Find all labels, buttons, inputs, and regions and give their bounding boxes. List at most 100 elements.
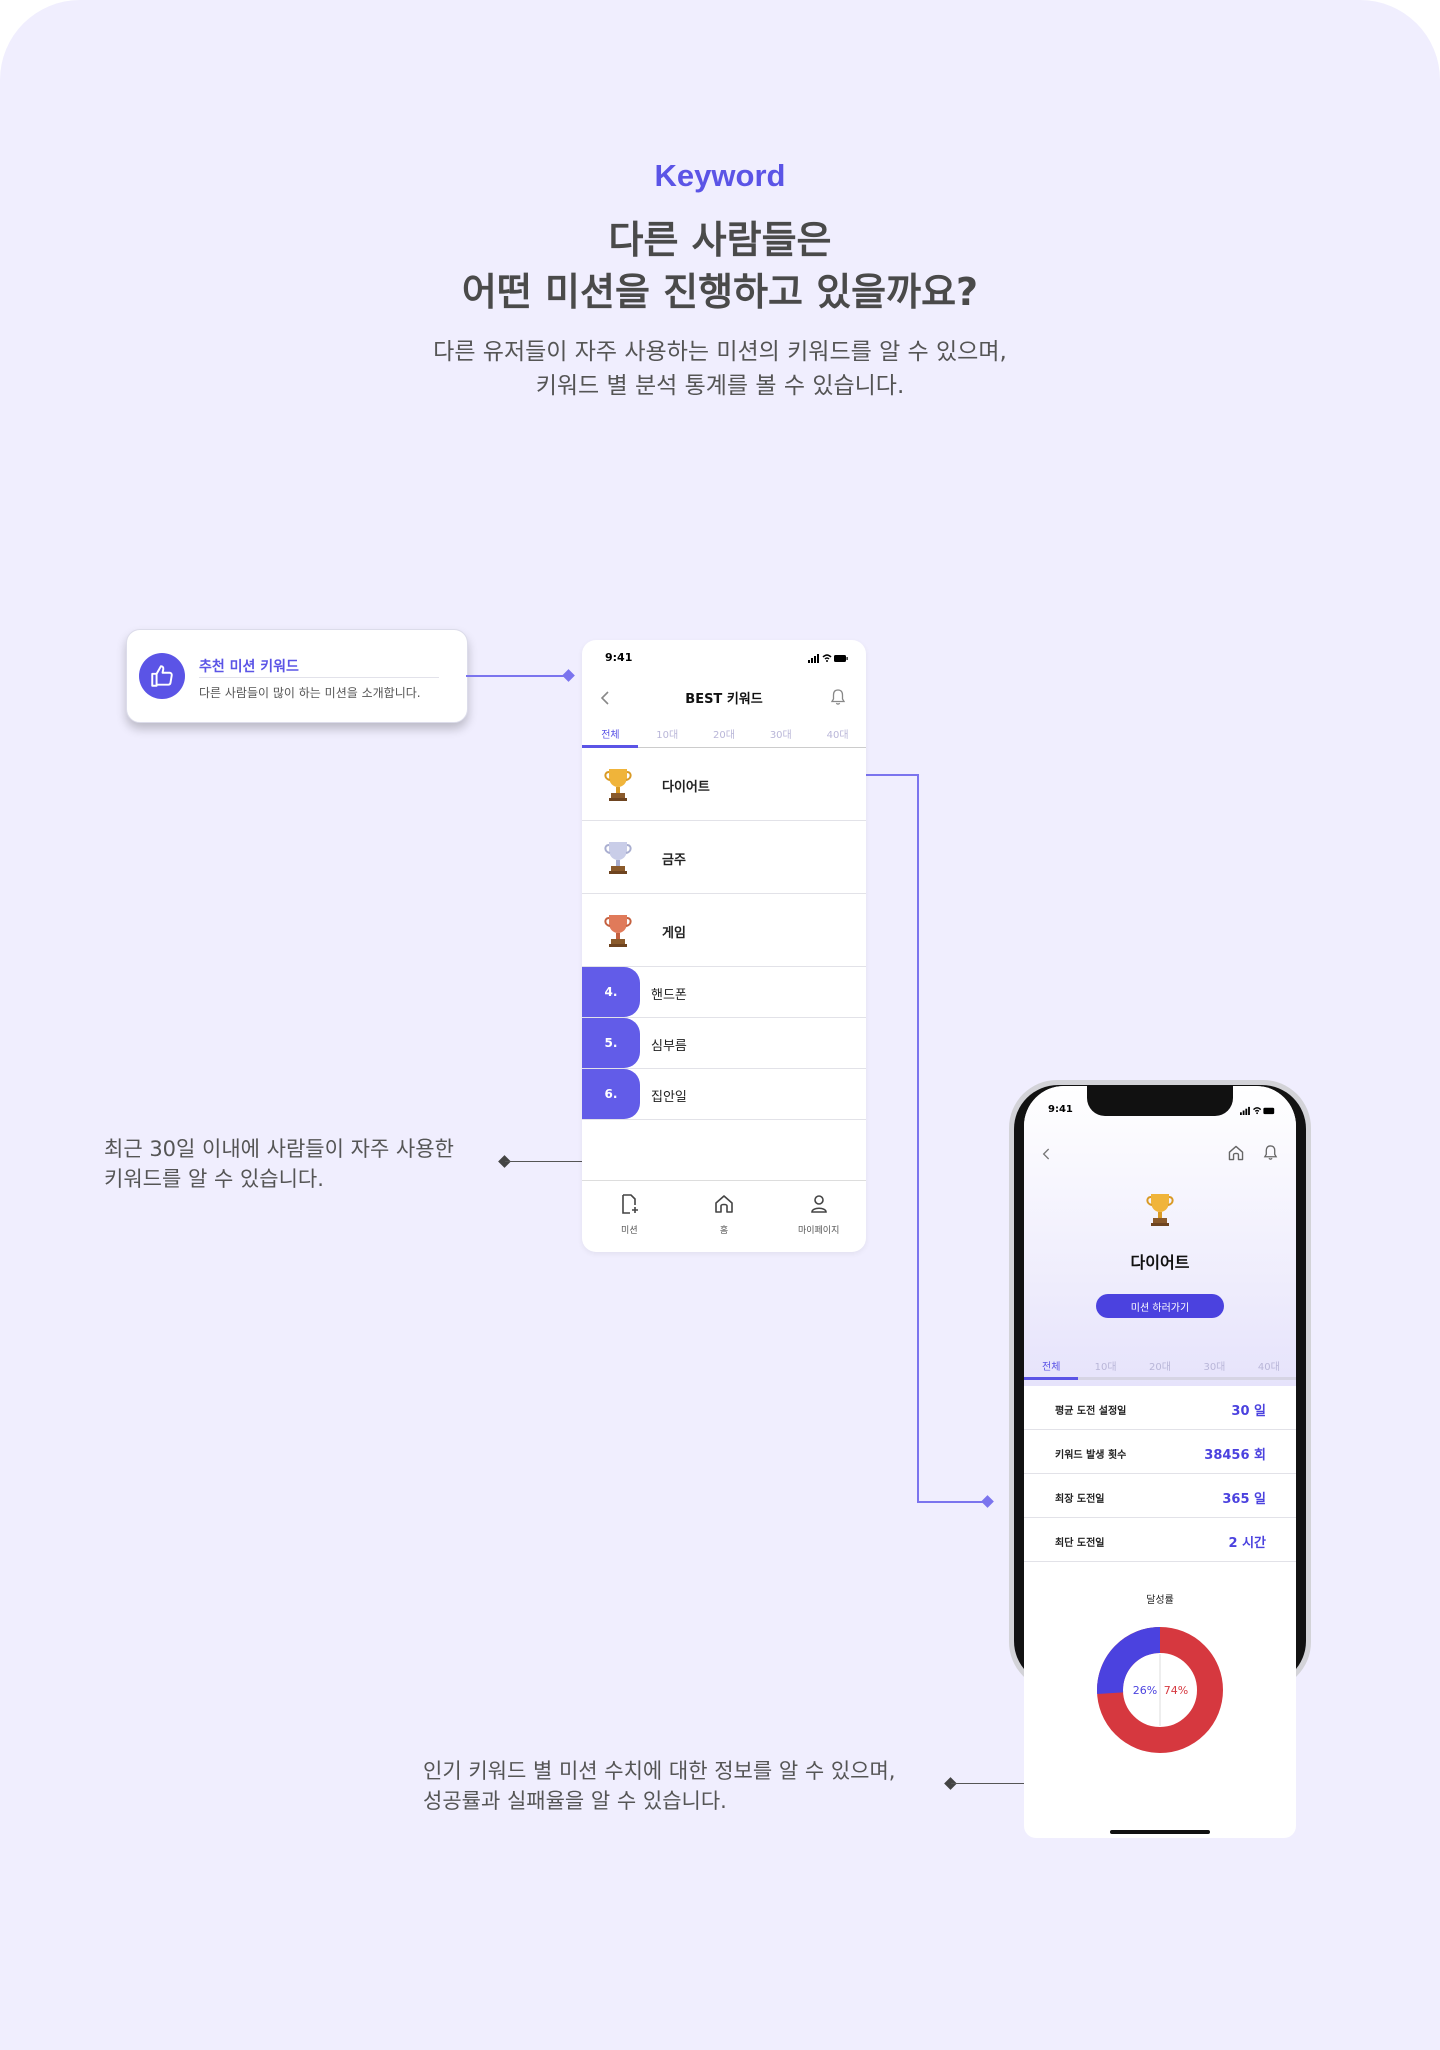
start-mission-button[interactable]: 미션 하러가기 bbox=[1096, 1294, 1224, 1318]
nav-label: 홈 bbox=[719, 1226, 729, 1236]
gold-trophy-icon bbox=[604, 769, 632, 801]
status-icons bbox=[1240, 1106, 1276, 1115]
bell-icon bbox=[830, 689, 846, 705]
page-canvas: Keyword 다른 사람들은 어떤 미션을 진행하고 있을까요? 다른 유저들… bbox=[0, 0, 1440, 2050]
achievement-donut-chart: 26% 74% bbox=[1097, 1627, 1223, 1753]
notch bbox=[1087, 1086, 1233, 1116]
page-title: BEST 키워드 bbox=[685, 692, 763, 707]
stat-key: 키워드 발생 횟수 bbox=[1055, 1450, 1127, 1461]
divider bbox=[199, 677, 439, 678]
rank-label: 다이어트 bbox=[662, 780, 710, 795]
recommend-keyword-card[interactable]: 추천 미션 키워드 다른 사람들이 많이 하는 미션을 소개합니다. bbox=[126, 629, 468, 723]
stat-value: 30 일 bbox=[1231, 1404, 1266, 1419]
nav-mission[interactable]: 미션 bbox=[582, 1181, 677, 1252]
back-button[interactable] bbox=[1042, 1146, 1052, 1165]
connector-diamond bbox=[562, 669, 575, 682]
annotation-left-line1: 최근 30일 이내에 사람들이 자주 사용한 bbox=[104, 1137, 454, 1161]
rank-row-1[interactable]: 다이어트 bbox=[582, 748, 866, 821]
rank-label: 심부름 bbox=[651, 1039, 687, 1054]
gold-trophy-icon bbox=[1146, 1194, 1174, 1226]
age-tabs: 전체 10대 20대 30대 40대 bbox=[1024, 1358, 1296, 1373]
stat-key: 최단 도전일 bbox=[1055, 1538, 1105, 1549]
home-icon bbox=[1228, 1145, 1244, 1161]
connector-line bbox=[866, 774, 918, 776]
nav-home[interactable]: 홈 bbox=[677, 1181, 772, 1252]
status-time: 9:41 bbox=[605, 651, 633, 664]
rank-label: 집안일 bbox=[651, 1090, 687, 1105]
connector-line bbox=[466, 675, 570, 677]
fail-percent-label: 74% bbox=[1164, 1684, 1188, 1697]
success-percent-label: 26% bbox=[1133, 1684, 1157, 1697]
rank-row-3[interactable]: 게임 bbox=[582, 894, 866, 967]
rank-row-2[interactable]: 금주 bbox=[582, 821, 866, 894]
home-button[interactable] bbox=[1227, 1144, 1245, 1166]
tab-all[interactable]: 전체 bbox=[1024, 1358, 1078, 1373]
user-icon bbox=[810, 1195, 827, 1213]
connector-diamond bbox=[981, 1495, 994, 1508]
home-icon bbox=[715, 1195, 733, 1213]
annotation-bottom-line1: 인기 키워드 별 미션 수치에 대한 정보를 알 수 있으며, bbox=[423, 1759, 896, 1783]
rank-label: 게임 bbox=[662, 926, 686, 941]
tab-40s[interactable]: 40대 bbox=[1242, 1358, 1296, 1373]
best-keyword-screen: 9:41 BEST 키워드 전체 10대 20대 30대 40대 다이어트 금주… bbox=[582, 640, 866, 1252]
rank-row-4[interactable]: 4. 핸드폰 bbox=[582, 967, 866, 1018]
tab-40s[interactable]: 40대 bbox=[809, 726, 866, 741]
annotation-line bbox=[505, 1161, 582, 1162]
tab-all[interactable]: 전체 bbox=[582, 726, 639, 741]
stat-row: 평균 도전 설정일 30 일 bbox=[1024, 1386, 1296, 1430]
stat-row: 키워드 발생 횟수 38456 회 bbox=[1024, 1430, 1296, 1474]
rank-row-5[interactable]: 5. 심부름 bbox=[582, 1018, 866, 1069]
rank-number: 5. bbox=[582, 1018, 640, 1068]
recommend-card-description: 다른 사람들이 많이 하는 미션을 소개합니다. bbox=[199, 686, 421, 700]
rank-row-6[interactable]: 6. 집안일 bbox=[582, 1069, 866, 1120]
notification-button[interactable] bbox=[830, 688, 846, 710]
headline-line2: 어떤 미션을 진행하고 있을까요? bbox=[461, 270, 979, 314]
chevron-left-icon bbox=[1042, 1148, 1050, 1160]
tab-indicator bbox=[1024, 1377, 1078, 1380]
nav-mypage[interactable]: 마이페이지 bbox=[771, 1181, 866, 1252]
section-label: Keyword bbox=[654, 158, 786, 193]
rank-number: 6. bbox=[582, 1069, 640, 1119]
bell-icon bbox=[1263, 1145, 1278, 1160]
nav-label: 마이페이지 bbox=[797, 1226, 840, 1236]
keyword-detail-screen: 9:41 다이어트 미션 하러가기 전체 10대 20대 30대 40대 평균 … bbox=[1024, 1086, 1296, 1838]
signal-wifi-battery-icon bbox=[1240, 1106, 1275, 1115]
connector-line bbox=[917, 1501, 987, 1503]
annotation-left-line2: 키워드를 알 수 있습니다. bbox=[104, 1167, 324, 1191]
stat-key: 최장 도전일 bbox=[1055, 1494, 1105, 1505]
keyword-title: 다이어트 bbox=[1130, 1253, 1190, 1272]
rank-label: 금주 bbox=[662, 853, 686, 868]
bottom-nav: 미션 홈 마이페이지 bbox=[582, 1180, 866, 1252]
tab-10s[interactable]: 10대 bbox=[639, 726, 696, 741]
tab-20s[interactable]: 20대 bbox=[1133, 1358, 1187, 1373]
silver-trophy-icon bbox=[604, 842, 632, 874]
description-line1: 다른 유저들이 자주 사용하는 미션의 키워드를 알 수 있으며, bbox=[433, 339, 1007, 365]
stat-value: 365 일 bbox=[1222, 1492, 1266, 1507]
tab-30s[interactable]: 30대 bbox=[752, 726, 809, 741]
rank-label: 핸드폰 bbox=[651, 988, 687, 1003]
mission-doc-icon bbox=[622, 1194, 639, 1214]
stat-row: 최단 도전일 2 시간 bbox=[1024, 1518, 1296, 1562]
annotation-line bbox=[951, 1783, 1024, 1784]
recommend-card-title: 추천 미션 키워드 bbox=[199, 659, 299, 675]
stat-value: 2 시간 bbox=[1228, 1536, 1267, 1551]
nav-label: 미션 bbox=[621, 1226, 638, 1236]
header-gradient bbox=[1024, 1086, 1296, 1386]
notification-button[interactable] bbox=[1263, 1144, 1278, 1165]
rank-number: 4. bbox=[582, 967, 640, 1017]
status-time: 9:41 bbox=[1048, 1104, 1073, 1115]
tab-10s[interactable]: 10대 bbox=[1078, 1358, 1132, 1373]
achievement-rate-label: 달성률 bbox=[1146, 1595, 1174, 1606]
tab-30s[interactable]: 30대 bbox=[1187, 1358, 1241, 1373]
stat-row: 최장 도전일 365 일 bbox=[1024, 1474, 1296, 1518]
thumbs-up-icon bbox=[139, 653, 185, 699]
stat-value: 38456 회 bbox=[1204, 1448, 1266, 1463]
home-indicator bbox=[1110, 1830, 1210, 1834]
bronze-trophy-icon bbox=[604, 915, 632, 947]
age-tabs: 전체 10대 20대 30대 40대 bbox=[582, 726, 866, 741]
tab-20s[interactable]: 20대 bbox=[696, 726, 753, 741]
status-icons bbox=[808, 653, 848, 663]
description-line2: 키워드 별 분석 통계를 볼 수 있습니다. bbox=[535, 373, 905, 399]
connector-line bbox=[917, 774, 919, 1502]
stat-key: 평균 도전 설정일 bbox=[1055, 1406, 1127, 1417]
